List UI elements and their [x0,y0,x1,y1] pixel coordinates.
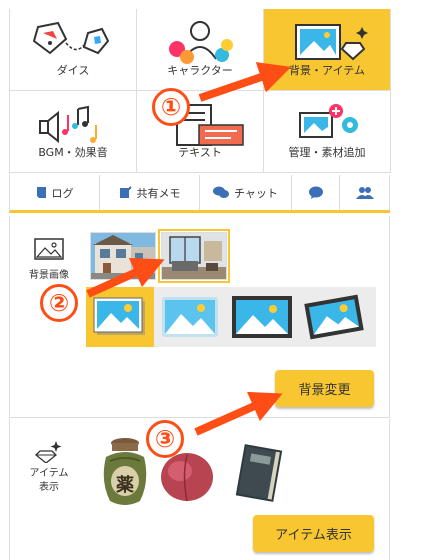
tool-manage-label: 管理・素材追加 [288,146,366,159]
manage-icon [264,101,390,147]
annotation-step-1: ① [152,88,190,126]
annotation-step-2: ② [40,284,78,322]
room-image [162,233,226,279]
annotation-step-3: ③ [146,420,184,458]
background-thumbnail-house[interactable] [90,232,156,280]
tool-character[interactable]: キャラクター [137,9,264,91]
speech-bubble-icon [308,186,323,199]
frame-style-tilted[interactable] [300,287,368,347]
frame-style-border[interactable] [228,287,296,347]
frame-style-row [86,287,376,347]
landscape-icon [304,294,364,340]
log-icon [36,187,46,198]
item-jar[interactable]: 薬 [96,435,154,509]
bgm-icon [10,101,136,147]
tool-manage[interactable]: 管理・素材追加 [264,91,391,173]
tool-dice[interactable]: ダイス [10,9,137,91]
tab-speech[interactable] [292,175,340,210]
jar-label: 薬 [116,475,134,496]
background-thumbnail-room[interactable] [158,229,230,283]
landscape-icon [162,297,218,337]
tab-memo[interactable]: 共有メモ [100,175,200,210]
dice-icon [10,19,136,65]
item-label: アイテム表示 [29,468,69,493]
landscape-icon [232,296,292,338]
tool-background-item-label: 背景・アイテム [289,64,365,77]
tab-chat[interactable]: チャット [200,175,292,210]
users-icon [355,187,374,199]
tool-grid: ダイス キャラクター 背景・アイテム BGM・効果音 テキスト 管理・素材追加 [9,9,391,174]
landscape-icon [93,297,145,335]
tool-background-item[interactable]: 背景・アイテム [264,9,391,91]
tab-memo-label: 共有メモ [136,186,181,200]
frame-style-blur[interactable] [156,287,224,347]
item-section: アイテム表示 薬 アイテム表示 [9,419,390,560]
tool-character-label: キャラクター [167,64,233,77]
frame-style-shadow[interactable] [86,287,154,347]
picture-icon [34,238,64,260]
chat-icon [213,186,230,198]
background-item-icon [264,19,390,65]
item-label-group: アイテム表示 [10,441,88,495]
tab-bar: ログ 共有メモ チャット [9,175,390,213]
tool-bgm[interactable]: BGM・効果音 [10,91,137,173]
show-item-button[interactable]: アイテム表示 [253,515,374,552]
tool-text-label: テキスト [178,146,222,159]
item-book[interactable] [232,441,286,505]
background-label-group: 背景画像 [10,238,88,281]
tool-dice-label: ダイス [56,64,90,77]
tab-log-label: ログ [51,186,74,200]
house-image [91,233,155,279]
sparkle-diamond-icon [35,441,62,463]
tab-log[interactable]: ログ [10,175,100,210]
change-background-button[interactable]: 背景変更 [275,370,374,407]
tab-users[interactable] [340,175,390,210]
book-image [235,444,283,502]
tab-chat-label: チャット [234,186,278,200]
tool-bgm-label: BGM・効果音 [38,146,108,159]
background-label: 背景画像 [29,270,69,281]
memo-icon [119,186,132,198]
character-icon [137,19,263,65]
